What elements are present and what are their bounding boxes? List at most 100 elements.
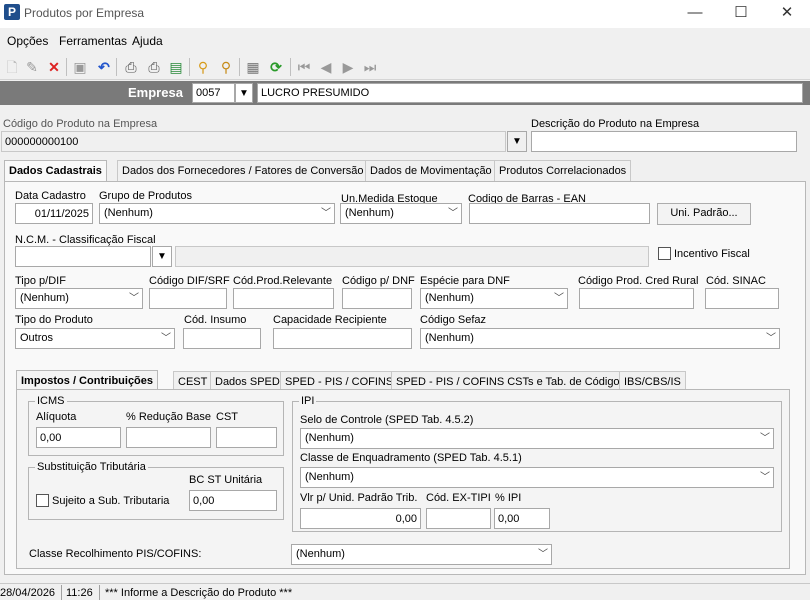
aliquota-input[interactable] xyxy=(36,427,121,448)
empresa-code-input[interactable] xyxy=(192,83,235,103)
tipo-dif-select[interactable]: (Nenhum) ﹀ xyxy=(15,288,143,309)
incentivo-fiscal-label: Incentivo Fiscal xyxy=(674,248,750,260)
ex-tipi-label: Cód. EX-TIPI xyxy=(426,492,491,504)
refresh-icon[interactable]: ⟳ xyxy=(266,57,286,77)
especie-dnf-select[interactable]: (Nenhum) ﹀ xyxy=(420,288,568,309)
main-tab-bar: Dados Cadastrais Dados dos Fornecedores … xyxy=(0,160,810,183)
empresa-label: Empresa xyxy=(128,85,183,100)
tipo-dif-label: Tipo p/DIF xyxy=(15,275,66,287)
icms-group-label: ICMS xyxy=(35,395,67,407)
cst-label: CST xyxy=(216,411,238,423)
chevron-down-icon: ﹀ xyxy=(538,549,548,560)
vlr-unid-padrao-input[interactable] xyxy=(300,508,421,529)
codigo-sefaz-select[interactable]: (Nenhum) ﹀ xyxy=(420,328,780,349)
pis-cofins-select[interactable]: (Nenhum) ﹀ xyxy=(291,544,552,565)
menu-ferramentas[interactable]: Ferramentas xyxy=(59,34,127,48)
sujeito-sub-checkbox[interactable] xyxy=(36,494,49,507)
data-cadastro-label: Data Cadastro xyxy=(15,190,86,202)
delete-icon[interactable]: ✕ xyxy=(44,57,64,77)
tab-dados-movimentacao[interactable]: Dados de Movimentação xyxy=(365,160,497,182)
reducao-base-input[interactable] xyxy=(126,427,211,448)
sinac-input[interactable] xyxy=(705,288,779,309)
grupo-produtos-select[interactable]: (Nenhum) ﹀ xyxy=(99,203,335,224)
capacidade-recipiente-label: Capacidade Recipiente xyxy=(273,314,387,326)
codigo-dnf-input[interactable] xyxy=(342,288,412,309)
chevron-down-icon: ﹀ xyxy=(766,333,776,344)
tipo-produto-label: Tipo do Produto xyxy=(15,314,93,326)
codigo-dif-input[interactable] xyxy=(149,288,227,309)
vlr-unid-padrao-label: Vlr p/ Unid. Padrão Trib. xyxy=(300,492,418,504)
classe-enquadramento-select[interactable]: (Nenhum) ﹀ xyxy=(300,467,774,488)
substituicao-group-label: Substituição Tributária xyxy=(35,461,148,473)
codigo-produto-input[interactable] xyxy=(1,131,506,152)
codigo-produto-dropdown-button[interactable]: ▼ xyxy=(507,131,527,152)
print-preview-icon[interactable]: ⎙ xyxy=(144,57,164,77)
pis-cofins-label: Classe Recolhimento PIS/COFINS: xyxy=(29,548,202,560)
chevron-down-icon: ﹀ xyxy=(760,433,770,444)
ipi-group-label: IPI xyxy=(299,395,317,407)
title-bar: P Produtos por Empresa — ☐ ✕ xyxy=(0,0,810,28)
save-icon[interactable]: ▣ xyxy=(70,57,90,77)
empresa-dropdown-button[interactable]: ▼ xyxy=(235,83,253,103)
codigo-produto-label: Código do Produto na Empresa xyxy=(3,118,158,130)
status-date: 28/04/2026 xyxy=(0,587,56,599)
toolbar-separator xyxy=(116,58,117,76)
status-separator xyxy=(99,585,100,600)
tab-produtos-correlacionados[interactable]: Produtos Correlacionados xyxy=(494,160,632,182)
ean-input[interactable] xyxy=(469,203,650,224)
cod-insumo-input[interactable] xyxy=(183,328,261,349)
capacidade-recipiente-input[interactable] xyxy=(273,328,412,349)
menu-opcoes[interactable]: Opções xyxy=(7,34,48,48)
status-bar: 28/04/2026 11:26 *** Informe a Descrição… xyxy=(0,583,810,600)
bc-st-label: BC ST Unitária xyxy=(189,474,263,486)
undo-icon[interactable]: ↶ xyxy=(94,57,114,77)
app-logo-icon: P xyxy=(4,4,20,20)
cst-input[interactable] xyxy=(216,427,277,448)
tipo-produto-select[interactable]: Outros ﹀ xyxy=(15,328,175,349)
menu-ajuda[interactable]: Ajuda xyxy=(132,34,163,48)
selo-controle-select[interactable]: (Nenhum) ﹀ xyxy=(300,428,774,449)
search-icon[interactable]: ⚲ xyxy=(216,57,236,77)
filter-icon[interactable]: ⚲ xyxy=(193,57,213,77)
status-message: *** Informe a Descrição do Produto *** xyxy=(105,587,293,599)
unidade-medida-select[interactable]: (Nenhum) ﹀ xyxy=(340,203,462,224)
properties-icon[interactable]: ▦ xyxy=(243,57,263,77)
sinac-label: Cód. SINAC xyxy=(706,275,766,287)
empresa-bar: Empresa ▼ xyxy=(0,81,810,105)
data-cadastro-input[interactable] xyxy=(15,203,93,224)
ncm-input[interactable] xyxy=(15,246,151,267)
new-icon[interactable]: 🗋 xyxy=(2,57,22,77)
toolbar-separator xyxy=(290,58,291,76)
toolbar: 🗋 ✎ ✕ ▣ ↶ ⎙ ⎙ ▤ ⚲ ⚲ ▦ ⟳ ⏮ ◀ ▶ ⏭ xyxy=(0,54,810,80)
ex-tipi-input[interactable] xyxy=(426,508,491,529)
toolbar-separator xyxy=(66,58,67,76)
ncm-dropdown-button[interactable]: ▼ xyxy=(152,246,172,267)
previous-record-icon[interactable]: ◀ xyxy=(316,57,336,77)
tab-dados-cadastrais[interactable]: Dados Cadastrais xyxy=(4,160,107,183)
cod-insumo-label: Cód. Insumo xyxy=(184,314,247,326)
cred-rural-input[interactable] xyxy=(579,288,694,309)
export-icon[interactable]: ▤ xyxy=(166,57,186,77)
next-record-icon[interactable]: ▶ xyxy=(338,57,358,77)
maximize-button[interactable]: ☐ xyxy=(718,0,764,28)
minimize-button[interactable]: — xyxy=(672,0,718,28)
pct-ipi-input[interactable] xyxy=(494,508,550,529)
chevron-down-icon: ﹀ xyxy=(448,208,458,219)
incentivo-fiscal-checkbox[interactable] xyxy=(658,247,671,260)
close-button[interactable]: ✕ xyxy=(764,0,810,28)
first-record-icon[interactable]: ⏮ xyxy=(294,57,314,77)
bc-st-input[interactable] xyxy=(189,490,277,511)
empresa-name-field[interactable] xyxy=(257,83,803,103)
tab-dados-fornecedores[interactable]: Dados dos Fornecedores / Fatores de Conv… xyxy=(117,160,369,182)
last-record-icon[interactable]: ⏭ xyxy=(360,57,380,77)
uni-padrao-button[interactable]: Uni. Padrão... xyxy=(657,203,751,225)
descricao-produto-input[interactable] xyxy=(531,131,797,152)
codigo-dnf-label: Código p/ DNF xyxy=(342,275,415,287)
classe-enquadramento-label: Classe de Enquadramento (SPED Tab. 4.5.1… xyxy=(300,452,522,464)
edit-icon[interactable]: ✎ xyxy=(22,57,42,77)
chevron-down-icon: ﹀ xyxy=(321,208,331,219)
print-icon[interactable]: ⎙ xyxy=(121,57,141,77)
cod-prod-relevante-input[interactable] xyxy=(233,288,334,309)
codigo-dif-label: Código DIF/SRF xyxy=(149,275,230,287)
ncm-label: N.C.M. - Classificação Fiscal xyxy=(15,234,156,246)
